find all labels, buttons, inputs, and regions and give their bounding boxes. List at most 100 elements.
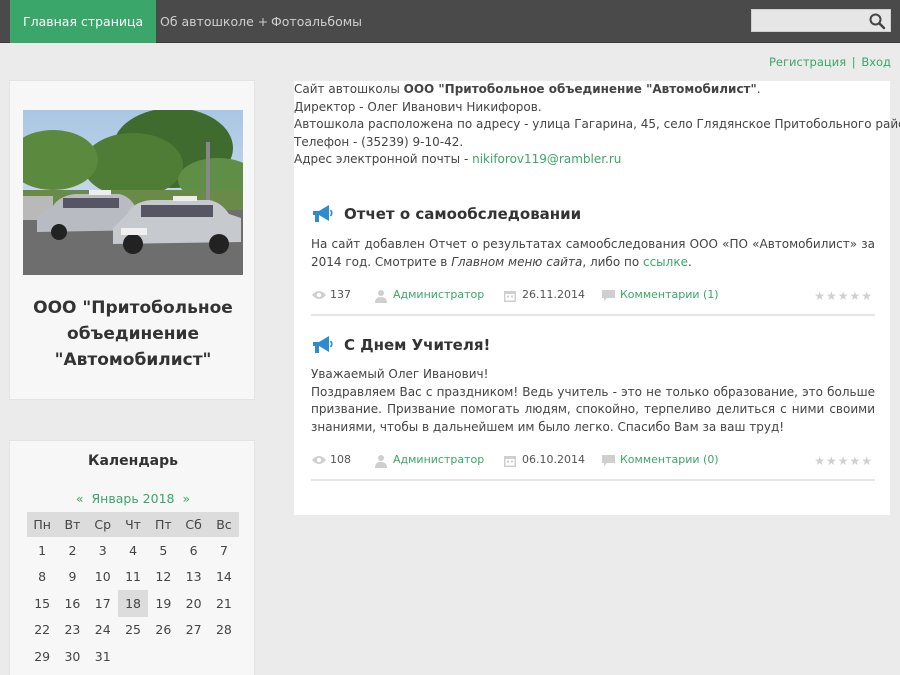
intro-director: Директор - Олег Иванович Никифоров. — [294, 99, 542, 114]
calendar-day[interactable]: 11 — [118, 564, 148, 591]
intro-email-line: Адрес электронной почты - nikiforov119@r… — [294, 151, 621, 169]
comment-icon — [602, 455, 615, 467]
date-value: 26.11.2014 — [522, 288, 585, 302]
calendar-title: Календарь — [88, 453, 178, 469]
calendar-day[interactable]: 2 — [57, 537, 87, 564]
comments-link[interactable]: Комментарии (1) — [620, 287, 719, 303]
article-greeting: Уважаемый Олег Иванович! — [311, 367, 489, 381]
user-icon — [375, 455, 387, 469]
calendar-day[interactable]: 8 — [27, 564, 57, 591]
calendar-day — [209, 643, 239, 670]
article-body-text: Поздравляем Вас с праздником! Ведь учите… — [311, 384, 875, 434]
intro-address: Автошкола расположена по адресу - улица … — [294, 117, 900, 132]
views-value: 108 — [330, 453, 351, 467]
article-title-text[interactable]: Отчет о самообследовании — [344, 205, 581, 223]
intro-line1: Сайт автошколы ООО "Притобольное объедин… — [294, 81, 761, 99]
calendar-day[interactable]: 22 — [27, 617, 57, 644]
nav-item-about[interactable]: Об автошколе + — [160, 0, 268, 43]
calendar-day[interactable]: 15 — [27, 590, 57, 617]
calendar-prev-button[interactable]: « — [76, 491, 84, 506]
search-box — [751, 9, 891, 32]
calendar-grid: Пн Вт Ср Чт Пт Сб Вс 1 2 3 4 5 6 7 8 9 10 11 12 13 14 15 16 17… — [27, 512, 240, 670]
calendar-icon — [504, 291, 516, 303]
calendar-day[interactable]: 30 — [57, 643, 87, 670]
main-menu-reference: Главном меню сайта — [451, 254, 583, 269]
calendar-next-button[interactable]: » — [182, 491, 190, 506]
calendar-day[interactable]: 27 — [178, 617, 208, 644]
intro-line1-prefix: Сайт автошколы — [294, 82, 404, 96]
article-title[interactable]: С Днем Учителя! — [311, 334, 875, 358]
calendar-day[interactable]: 12 — [148, 564, 178, 591]
calendar-day[interactable]: 26 — [148, 617, 178, 644]
calendar-weekday: Ср — [87, 512, 118, 537]
calendar-day[interactable]: 4 — [118, 537, 148, 564]
top-navigation: Главная страница Об автошколе + Фотоальб… — [0, 0, 900, 43]
calendar-day[interactable]: 13 — [178, 564, 208, 591]
eye-icon — [312, 291, 326, 300]
main-content: Сайт автошколы ООО "Притобольное объедин… — [293, 80, 900, 516]
calendar-day[interactable]: 25 — [118, 617, 148, 644]
calendar-panel: Календарь « Январь 2018 » Пн Вт Ср Чт Пт Сб Вс… — [9, 440, 255, 675]
calendar-day[interactable]: 24 — [88, 617, 118, 644]
calendar-day[interactable]: 5 — [148, 537, 178, 564]
article-meta: 108 Администратор 06.10.2014 Комментарии… — [311, 452, 875, 482]
author-link[interactable]: Администратор — [393, 287, 484, 303]
calendar-day[interactable]: 9 — [57, 564, 87, 591]
comment-icon — [602, 290, 615, 302]
star-rating[interactable]: ★★★★★ — [814, 289, 873, 303]
intro-email-label: Адрес электронной почты - — [294, 152, 473, 167]
register-link[interactable]: Регистрация — [769, 55, 846, 69]
calendar-day[interactable]: 1 — [27, 537, 57, 564]
eye-icon — [312, 456, 326, 465]
organization-name: ООО "Притобольное объединение "Автомобил… — [10, 295, 256, 373]
calendar-day[interactable]: 10 — [88, 564, 118, 591]
calendar-weekday: Вс — [208, 512, 240, 537]
megaphone-icon — [311, 204, 333, 224]
intro-line1-suffix: . — [756, 82, 761, 96]
author-link[interactable]: Администратор — [393, 452, 484, 468]
calendar-month[interactable]: Январь 2018 — [92, 491, 175, 506]
article-body: На сайт добавлен Отчет о результатах сам… — [311, 236, 875, 271]
auth-links: Регистрация | Вход — [769, 55, 891, 69]
nav-item-photoalbums[interactable]: Фотоальбомы — [271, 0, 362, 43]
calendar-day[interactable]: 23 — [57, 617, 87, 644]
article-title[interactable]: Отчет о самообследовании — [311, 203, 875, 227]
calendar-day[interactable]: 7 — [209, 537, 239, 564]
calendar-day[interactable]: 28 — [209, 617, 239, 644]
date-value: 06.10.2014 — [522, 453, 585, 467]
report-link[interactable]: ссылке — [643, 255, 688, 269]
calendar-day[interactable]: 29 — [27, 643, 57, 670]
article: С Днем Учителя! Уважаемый Олег Иванович!… — [311, 334, 875, 482]
calendar-day[interactable]: 31 — [88, 643, 118, 670]
calendar-day[interactable]: 19 — [148, 590, 178, 617]
intro-org-name: ООО "Притобольное объединение "Автомобил… — [403, 82, 757, 96]
calendar-weekday: Пт — [148, 512, 179, 537]
email-link[interactable]: nikiforov119@rambler.ru — [472, 152, 621, 166]
calendar-day — [118, 643, 148, 670]
article-body: Уважаемый Олег Иванович! Поздравляем Вас… — [311, 366, 875, 436]
calendar-day[interactable]: 21 — [209, 590, 239, 617]
calendar-nav: « Январь 2018 » — [10, 491, 256, 506]
comments-link[interactable]: Комментарии (0) — [620, 452, 719, 468]
calendar-day[interactable]: 18 — [117, 590, 149, 617]
calendar-day[interactable]: 20 — [178, 590, 208, 617]
views-value: 137 — [330, 288, 351, 302]
calendar-day[interactable]: 6 — [178, 537, 208, 564]
org-name-line2: объединение — [67, 324, 199, 344]
login-link[interactable]: Вход — [861, 55, 891, 69]
star-rating[interactable]: ★★★★★ — [814, 454, 873, 468]
article-body-text: , либо по — [582, 254, 643, 269]
calendar-weekday: Вт — [57, 512, 88, 537]
school-cars-photo — [23, 110, 243, 275]
calendar-day[interactable]: 3 — [88, 537, 118, 564]
article-title-text[interactable]: С Днем Учителя! — [344, 336, 490, 354]
search-icon[interactable] — [868, 12, 886, 30]
nav-item-home[interactable]: Главная страница — [10, 0, 157, 43]
org-name-line1: ООО "Притобольное — [33, 298, 233, 318]
calendar-day[interactable]: 17 — [88, 590, 118, 617]
calendar-weekday: Сб — [178, 512, 209, 537]
search-input[interactable] — [752, 10, 862, 31]
calendar-day — [148, 643, 178, 670]
calendar-day[interactable]: 16 — [57, 590, 87, 617]
calendar-day[interactable]: 14 — [209, 564, 239, 591]
